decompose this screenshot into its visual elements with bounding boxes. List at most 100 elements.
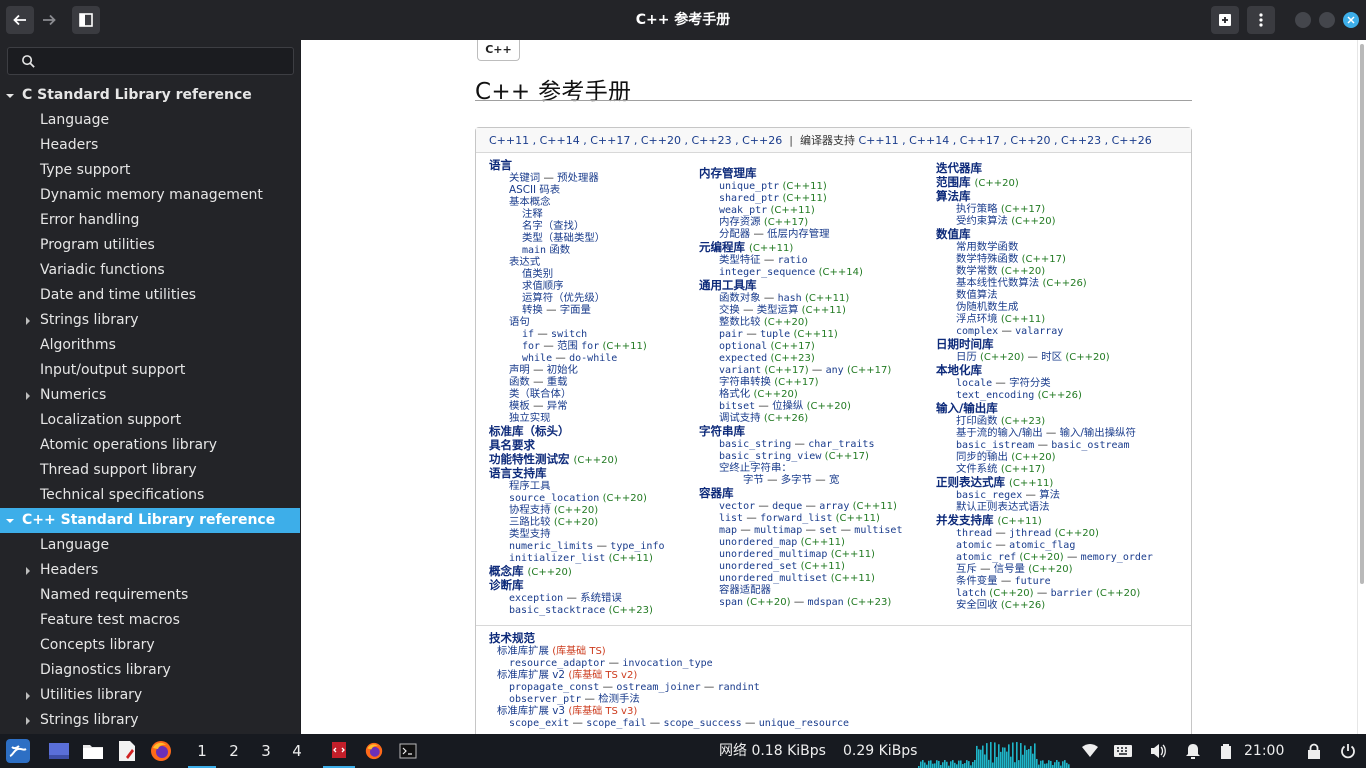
reference-link[interactable]: 内存资源 (C++17) [699, 216, 902, 228]
reference-link[interactable]: locale — 字符分类 [936, 377, 1153, 389]
scrollbar-thumb[interactable] [1360, 44, 1364, 584]
volume-button[interactable] [1146, 734, 1170, 768]
sidebar-item[interactable]: Strings library [0, 708, 300, 733]
reference-link[interactable]: 函数对象 — hash (C++11) [699, 292, 902, 304]
reference-link[interactable]: 数学常数 (C++20) [936, 265, 1153, 277]
task-devhelp[interactable] [323, 734, 355, 768]
reference-link[interactable]: span (C++20) — mdspan (C++23) [699, 596, 902, 608]
expander[interactable] [5, 83, 15, 108]
reference-link[interactable]: shared_ptr (C++11) [699, 192, 902, 204]
app-launcher-button[interactable] [3, 734, 33, 768]
reference-link[interactable]: 互斥 — 信号量 (C++20) [936, 563, 1153, 575]
reference-link[interactable]: source_location (C++20) [489, 492, 664, 504]
reference-link[interactable]: 常用数学函数 [936, 241, 1153, 253]
reference-link[interactable]: scope_exit — scope_fail — scope_success … [489, 717, 849, 729]
reference-link[interactable]: 三路比较 (C++20) [489, 516, 664, 528]
maximize-button[interactable] [1319, 12, 1335, 28]
reference-link[interactable]: 字节 — 多字节 — 宽 [699, 474, 902, 486]
section-heading-link[interactable]: 算法库 [936, 189, 1153, 203]
reference-link[interactable]: list — forward_list (C++11) [699, 512, 902, 524]
notifications-button[interactable] [1181, 734, 1205, 768]
compiler-support-link[interactable]: C++14 [909, 134, 949, 147]
reference-link[interactable]: 求值顺序 [489, 280, 664, 292]
version-link[interactable]: C++23 [692, 134, 732, 147]
sidebar-item[interactable]: Language [0, 108, 300, 133]
reference-link[interactable]: atomic — atomic_flag [936, 539, 1153, 551]
sidebar-item[interactable]: Error handling [0, 208, 300, 233]
sidebar-item[interactable]: Thread support library [0, 458, 300, 483]
sidebar-item[interactable]: Algorithms [0, 333, 300, 358]
reference-link[interactable]: 语句 [489, 316, 664, 328]
reference-link[interactable]: 标准库扩展 v3 (库基础 TS v3) [489, 705, 849, 717]
section-heading-link[interactable]: 内存管理库 [699, 166, 902, 180]
reference-link[interactable]: while — do-while [489, 352, 664, 364]
reference-link[interactable]: 交换 — 类型运算 (C++11) [699, 304, 902, 316]
version-link[interactable]: C++26 [742, 134, 782, 147]
reference-link[interactable]: 转换 — 字面量 [489, 304, 664, 316]
section-heading-link[interactable]: 概念库 (C++20) [489, 564, 664, 578]
section-heading-link[interactable]: 通用工具库 [699, 278, 902, 292]
reference-link[interactable]: 打印函数 (C++23) [936, 415, 1153, 427]
compiler-support-link[interactable]: C++23 [1061, 134, 1101, 147]
reference-link[interactable]: 运算符（优先级） [489, 292, 664, 304]
vertical-scrollbar[interactable] [1357, 40, 1366, 734]
compiler-support-link[interactable]: C++17 [960, 134, 1000, 147]
reference-link[interactable]: exception — 系统错误 [489, 592, 664, 604]
reference-link[interactable]: initializer_list (C++11) [489, 552, 664, 564]
reference-link[interactable]: optional (C++17) [699, 340, 902, 352]
reference-link[interactable]: resource_adaptor — invocation_type [489, 657, 849, 669]
sidebar-section-0[interactable]: C Standard Library reference [0, 83, 300, 108]
section-heading-link[interactable]: 功能特性测试宏 (C++20) [489, 452, 664, 466]
main-menu-button[interactable] [1247, 6, 1275, 34]
sidebar-item[interactable]: Numerics [0, 383, 300, 408]
compiler-support-link[interactable]: C++20 [1010, 134, 1050, 147]
reference-link[interactable]: latch (C++20) — barrier (C++20) [936, 587, 1153, 599]
expander[interactable] [23, 383, 33, 408]
reference-link[interactable]: 伪随机数生成 [936, 301, 1153, 313]
reference-link[interactable]: 安全回收 (C++26) [936, 599, 1153, 611]
reference-link[interactable]: unordered_map (C++11) [699, 536, 902, 548]
sidebar-item[interactable]: Date and time utilities [0, 283, 300, 308]
close-button[interactable] [1343, 12, 1359, 28]
reference-link[interactable]: basic_regex — 算法 [936, 489, 1153, 501]
reference-link[interactable]: 注释 [489, 208, 664, 220]
reference-link[interactable]: unordered_multimap (C++11) [699, 548, 902, 560]
search-box[interactable] [7, 47, 294, 75]
add-bookmark-button[interactable] [1211, 6, 1239, 34]
sidebar-item[interactable]: Technical specifications [0, 483, 300, 508]
sidebar-item[interactable]: Headers [0, 133, 300, 158]
section-heading-link[interactable]: 输入/输出库 [936, 401, 1153, 415]
reference-link[interactable]: 类型特征 — ratio [699, 254, 902, 266]
reference-link[interactable]: 分配器 — 低层内存管理 [699, 228, 902, 240]
version-link[interactable]: C++17 [590, 134, 630, 147]
reference-link[interactable]: 文件系统 (C++17) [936, 463, 1153, 475]
reference-link[interactable]: 执行策略 (C++17) [936, 203, 1153, 215]
section-heading-link[interactable]: 标准库（标头） [489, 424, 664, 438]
power-button[interactable] [1337, 734, 1359, 768]
reference-link[interactable]: expected (C++23) [699, 352, 902, 364]
reference-link[interactable]: unordered_set (C++11) [699, 560, 902, 572]
reference-link[interactable]: 数学特殊函数 (C++17) [936, 253, 1153, 265]
reference-link[interactable]: integer_sequence (C++14) [699, 266, 902, 278]
sidebar-item[interactable]: Headers [0, 558, 300, 583]
text-editor-button[interactable] [113, 734, 141, 768]
expander[interactable] [23, 558, 33, 583]
desktop-1[interactable]: 1 [188, 734, 216, 768]
reference-link[interactable]: atomic_ref (C++20) — memory_order [936, 551, 1153, 563]
reference-link[interactable]: 日历 (C++20) — 时区 (C++20) [936, 351, 1153, 363]
sidebar-item[interactable]: Utilities library [0, 683, 300, 708]
section-heading-link[interactable]: 语言支持库 [489, 466, 664, 480]
reference-link[interactable]: 基本线性代数算法 (C++26) [936, 277, 1153, 289]
sidebar-item[interactable]: Program utilities [0, 233, 300, 258]
sidebar-item[interactable]: Language [0, 533, 300, 558]
reference-link[interactable]: 浮点环境 (C++11) [936, 313, 1153, 325]
show-desktop-button[interactable] [45, 734, 73, 768]
section-heading-link[interactable]: 本地化库 [936, 363, 1153, 377]
reference-link[interactable]: 格式化 (C++20) [699, 388, 902, 400]
sidebar-item[interactable]: Concepts library [0, 633, 300, 658]
reference-link[interactable]: 类型（基础类型） [489, 232, 664, 244]
section-heading-link[interactable]: 技术规范 [489, 631, 849, 645]
reference-link[interactable]: 基本概念 [489, 196, 664, 208]
section-heading-link[interactable]: 元编程库 (C++11) [699, 240, 902, 254]
desktop-2[interactable]: 2 [220, 734, 248, 768]
